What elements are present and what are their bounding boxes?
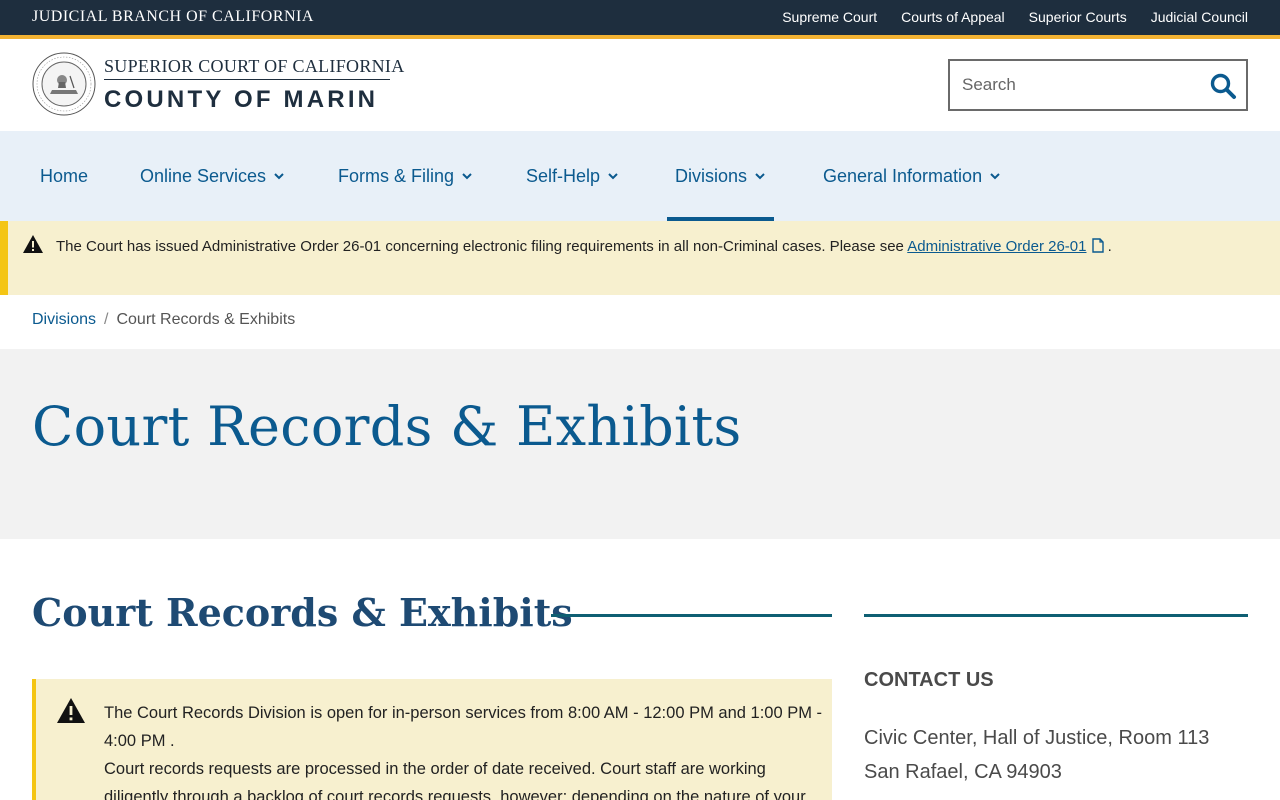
chevron-down-icon xyxy=(755,173,765,180)
breadcrumb-separator: / xyxy=(104,311,109,328)
site-alert-banner: The Court has issued Administrative Orde… xyxy=(0,221,1280,295)
brand-court-name[interactable]: SUPERIOR COURT OF CALIFORNIA xyxy=(104,56,405,77)
judicial-branch-title: JUDICIAL BRANCH OF CALIFORNIA xyxy=(32,8,314,25)
warning-icon xyxy=(57,698,85,723)
nav-item-self-help[interactable]: Self-Help xyxy=(526,131,619,221)
administrative-order-link[interactable]: Administrative Order 26-01 xyxy=(907,238,1104,255)
top-link-judicial-council[interactable]: Judicial Council xyxy=(1151,9,1248,25)
nav-item-divisions[interactable]: Divisions xyxy=(666,131,775,221)
section-title: Court Records & Exhibits xyxy=(32,590,573,635)
judicial-branch-bar: JUDICIAL BRANCH OF CALIFORNIA Supreme Co… xyxy=(0,0,1280,35)
chevron-down-icon xyxy=(608,173,618,180)
top-link-supreme-court[interactable]: Supreme Court xyxy=(782,9,877,25)
page-title: Court Records & Exhibits xyxy=(32,395,742,458)
nav-item-label: Online Services xyxy=(140,165,267,186)
nav-item-label: Home xyxy=(40,165,89,186)
section-divider xyxy=(551,614,832,617)
breadcrumb-current: Court Records & Exhibits xyxy=(116,311,296,328)
main-nav: Home Online Services Forms & Filing Self… xyxy=(0,131,1280,221)
nav-item-label: Self-Help xyxy=(526,165,601,186)
search-icon[interactable] xyxy=(1208,71,1238,101)
sidebar-divider xyxy=(864,614,1248,617)
page-header: Court Records & Exhibits xyxy=(0,349,1280,539)
chevron-down-icon xyxy=(274,173,284,180)
records-notice: The Court Records Division is open for i… xyxy=(32,679,832,800)
nav-item-label: Forms & Filing xyxy=(338,165,455,186)
alert-text: The Court has issued Administrative Orde… xyxy=(56,238,908,255)
notice-text: The Court Records Division is open for i… xyxy=(104,699,824,800)
search-input[interactable] xyxy=(950,61,1200,109)
notice-hours: The Court Records Division is open for i… xyxy=(104,704,823,750)
nav-item-forms-filing[interactable]: Forms & Filing xyxy=(338,131,473,221)
notice-backlog: Court records requests are processed in … xyxy=(104,760,806,800)
breadcrumb-divisions[interactable]: Divisions xyxy=(32,311,96,329)
breadcrumb: Divisions / Court Records & Exhibits xyxy=(32,311,295,329)
nav-item-label: Divisions xyxy=(675,165,748,186)
alert-suffix: . xyxy=(1107,238,1112,255)
chevron-down-icon xyxy=(462,173,472,180)
brand-divider xyxy=(104,79,390,80)
administrative-order-link-label: Administrative Order 26-01 xyxy=(907,238,1087,255)
chevron-down-icon xyxy=(990,173,1000,180)
contact-us-heading: CONTACT US xyxy=(864,669,994,691)
site-header: SUPERIOR COURT OF CALIFORNIA COUNTY OF M… xyxy=(0,39,1280,131)
nav-item-home[interactable]: Home xyxy=(40,131,88,221)
court-seal-icon[interactable] xyxy=(32,52,96,116)
contact-address-line2: San Rafael, CA 94903 xyxy=(864,761,1062,783)
nav-item-label: General Information xyxy=(823,165,983,186)
document-icon xyxy=(1091,238,1104,253)
top-link-courts-of-appeal[interactable]: Courts of Appeal xyxy=(901,9,1005,25)
top-links: Supreme Court Courts of Appeal Superior … xyxy=(782,9,1248,25)
nav-item-online-services[interactable]: Online Services xyxy=(140,131,285,221)
alert-message: The Court has issued Administrative Orde… xyxy=(56,233,1186,260)
contact-address-line1: Civic Center, Hall of Justice, Room 113 xyxy=(864,727,1210,749)
warning-icon xyxy=(23,235,43,253)
brand-county-name[interactable]: COUNTY OF MARIN xyxy=(104,86,378,114)
nav-item-general-information[interactable]: General Information xyxy=(823,131,1001,221)
search-box xyxy=(948,59,1248,111)
top-link-superior-courts[interactable]: Superior Courts xyxy=(1029,9,1127,25)
